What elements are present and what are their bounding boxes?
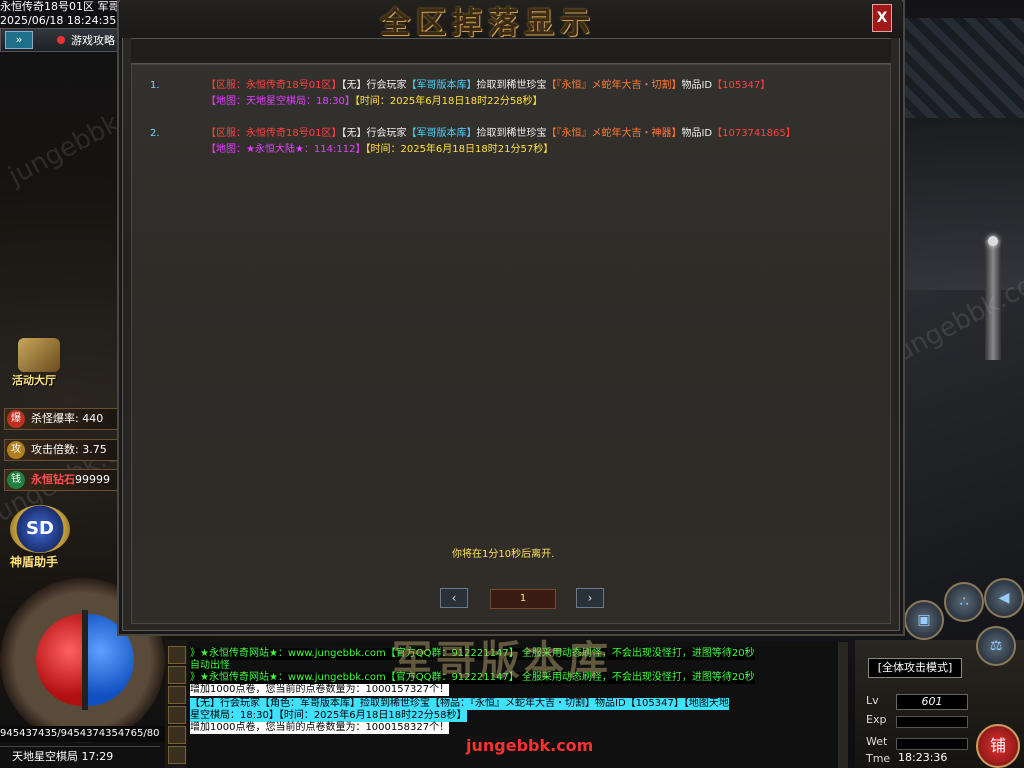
drop-entry-line1: 【区服：永恒传奇18号01区】【无】行会玩家【军哥版本库】捡取到稀世珍宝【『永恒… [206, 126, 796, 142]
attack-mult-label: 攻击倍数: [31, 443, 79, 456]
site-url: jungebbk.com [466, 736, 594, 755]
attack-multiplier-row: 攻 攻击倍数: 3.75 [4, 439, 122, 461]
game-guide-button[interactable]: » 游戏攻略 [0, 28, 120, 52]
game-time: 18:23:36 [898, 751, 948, 764]
sound-icon[interactable]: ◀ [984, 578, 1024, 618]
chat-line: 自动出怪 [190, 660, 230, 672]
chat-channel-button[interactable] [168, 646, 186, 664]
drop-entry-line1: 【区服：永恒传奇18号01区】【无】行会玩家【军哥版本库】捡取到稀世珍宝【『永恒… [206, 78, 770, 94]
guild-player-text: 行会玩家 [366, 128, 407, 139]
diamond-row: 钱 永恒钻石99999 [4, 469, 122, 491]
chat-channel-button[interactable] [168, 686, 186, 704]
attack-mode-indicator[interactable]: [全体攻击模式] [868, 658, 962, 678]
item-tag[interactable]: 【『永恒』メ蛇年大吉・切割】 [546, 80, 681, 91]
countdown-text: 你将在1分10秒后离开. [452, 549, 555, 560]
shield-helper-label[interactable]: 神盾助手 [10, 553, 58, 570]
exp-bar [896, 716, 968, 728]
drop-entry: 1. [150, 78, 160, 94]
lamp-light [988, 236, 998, 246]
chat-scrollbar[interactable] [838, 642, 848, 768]
floor-tiles [905, 18, 1024, 118]
shop-button[interactable]: 铺 [976, 724, 1020, 768]
entry-number: 2. [150, 128, 160, 139]
prev-page-button[interactable]: ‹ [440, 588, 468, 608]
map-tag[interactable]: 【地图：天地星空棋局：18:30】 [206, 96, 355, 107]
level-label: Lv [866, 694, 879, 707]
hp-mp-text: 945437435/9454374354765/80 [0, 726, 175, 742]
money-icon: 钱 [7, 471, 25, 489]
chat-line: 增加1000点卷，您当前的点卷数量为：1000158327个！ [190, 722, 450, 734]
map-bar: 天地星空棋局 17:29 [0, 746, 160, 766]
attack-icon: 攻 [7, 441, 25, 459]
shield-helper-icon[interactable]: SD [10, 505, 70, 553]
item-id-label: 物品ID [681, 128, 713, 139]
weight-label: Wet [866, 735, 888, 748]
server-tag: 【区服：永恒传奇18号01区】 [206, 128, 342, 139]
dots-icon[interactable]: ∴ [944, 582, 984, 622]
item-tag[interactable]: 【『永恒』メ蛇年大吉・神器】 [546, 128, 681, 139]
exp-label: Exp [866, 713, 887, 726]
orb-divider [82, 610, 88, 710]
player-tag[interactable]: 【军哥版本库】 [406, 80, 476, 91]
action-text: 捡取到稀世珍宝 [476, 80, 547, 91]
time-tag: 【时间：2025年6月18日18时21分57秒】 [365, 144, 554, 155]
attack-mult-value: 3.75 [82, 443, 107, 456]
guild-tag: 【无】 [341, 80, 367, 91]
chat-channel-button[interactable] [168, 666, 186, 684]
kill-rate-value: 440 [82, 412, 104, 425]
weight-bar [896, 738, 968, 750]
chat-channel-button[interactable] [168, 746, 186, 764]
map-coords: 17:29 [81, 750, 114, 763]
activity-hall-label[interactable]: 活动大厅 [12, 372, 56, 388]
time-label: Tme [866, 752, 891, 765]
action-text: 捡取到稀世珍宝 [476, 128, 547, 139]
map-name: 天地星空棋局 [12, 750, 78, 763]
activity-hall-icon[interactable] [18, 338, 60, 372]
guild-tag: 【无】 [341, 128, 367, 139]
server-tag: 【区服：永恒传奇18号01区】 [206, 80, 342, 91]
balance-icon[interactable]: ⚖ [976, 626, 1016, 666]
item-id-tag: 【1073741865】 [712, 128, 796, 139]
notification-dot-icon [57, 36, 65, 44]
chat-line: 星空棋局：18:30】【时间：2025年6月18日18时22分58秒】 [190, 710, 467, 722]
chat-channel-button[interactable] [168, 706, 186, 724]
kill-rate-label: 杀怪爆率: [31, 412, 79, 425]
guild-player-text: 行会玩家 [366, 80, 407, 91]
kill-drop-rate-row: 爆 杀怪爆率: 440 [4, 408, 122, 430]
drop-entry-line2: 【地图：天地星空棋局：18:30】【时间：2025年6月18日18时22分58秒… [206, 94, 543, 110]
drop-entry-line2: 【地图：★永恒大陆★：114:112】【时间：2025年6月18日18时21分5… [206, 142, 553, 158]
page-number: 1 [490, 589, 556, 609]
game-guide-label: 游戏攻略 [71, 34, 115, 47]
dialog-title: 全区掉落显示 [380, 6, 596, 41]
time-tag: 【时间：2025年6月18日18时22分58秒】 [354, 96, 543, 107]
diamond-label: 永恒钻石 [31, 473, 75, 486]
drop-rate-icon: 爆 [7, 410, 25, 428]
drop-entry: 2. [150, 126, 160, 142]
entry-number: 1. [150, 80, 160, 91]
cube-icon[interactable]: ▣ [904, 600, 944, 640]
chat-channel-button[interactable] [168, 726, 186, 744]
item-id-tag: 【105347】 [712, 80, 771, 91]
level-value: 601 [896, 694, 968, 710]
diamond-value: 99999 [75, 473, 110, 486]
close-button[interactable]: X [872, 4, 892, 32]
dialog-header-strip [131, 38, 891, 64]
version-logo: 军哥版本库 [392, 637, 612, 684]
chevron-right-icon[interactable]: » [5, 31, 33, 49]
chat-line: 【无】行会玩家【角色：军哥版本库】捡取到稀世珍宝【物品：『永恒』メ蛇年大吉・切割… [190, 698, 729, 710]
map-tag[interactable]: 【地图：★永恒大陆★：114:112】 [206, 144, 365, 155]
player-tag[interactable]: 【军哥版本库】 [406, 128, 476, 139]
item-id-label: 物品ID [681, 80, 713, 91]
next-page-button[interactable]: › [576, 588, 604, 608]
